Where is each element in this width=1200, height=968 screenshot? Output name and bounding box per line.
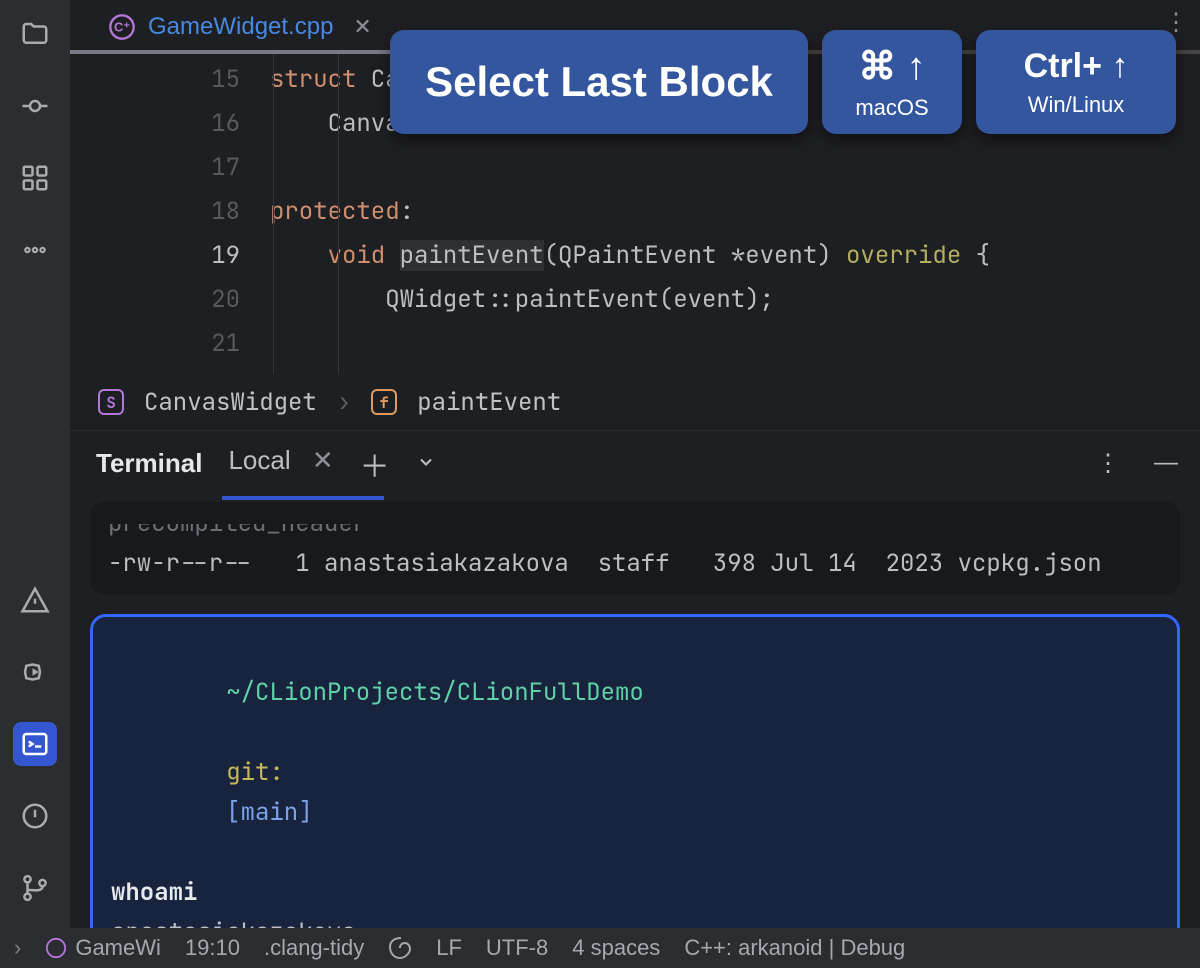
build-warning-icon[interactable] bbox=[13, 578, 57, 622]
terminal-icon[interactable] bbox=[13, 722, 57, 766]
spiral-icon[interactable] bbox=[388, 936, 412, 960]
callout-win: Ctrl+ ↑ Win/Linux bbox=[976, 30, 1176, 134]
breadcrumb-struct[interactable]: CanvasWidget bbox=[144, 387, 317, 418]
status-eol[interactable]: LF bbox=[436, 935, 462, 961]
tab-close-icon[interactable]: ✕ bbox=[353, 14, 371, 40]
terminal-body[interactable]: precompiled_header -rw-r--r-- 1 anastasi… bbox=[70, 496, 1200, 928]
run-icon[interactable] bbox=[13, 650, 57, 694]
panel-title: Terminal bbox=[96, 448, 202, 479]
editor-gutter: 15161718192021 bbox=[70, 58, 270, 374]
structure-icon[interactable] bbox=[13, 156, 57, 200]
function-icon: f bbox=[371, 389, 397, 415]
terminal-dropdown-icon[interactable] bbox=[416, 448, 436, 479]
status-indent[interactable]: 4 spaces bbox=[572, 935, 660, 961]
status-encoding[interactable]: UTF-8 bbox=[486, 935, 548, 961]
commit-icon[interactable] bbox=[13, 84, 57, 128]
cpp-file-icon bbox=[45, 937, 67, 959]
status-config[interactable]: C++: arkanoid | Debug bbox=[684, 935, 905, 961]
breadcrumb-sep: › bbox=[337, 387, 351, 418]
status-expand-icon[interactable]: › bbox=[14, 935, 21, 961]
callout-action: Select Last Block bbox=[390, 30, 808, 134]
git-label: git: bbox=[226, 757, 284, 788]
breadcrumb[interactable]: S CanvasWidget › f paintEvent bbox=[70, 374, 1200, 430]
new-terminal-tab-icon[interactable]: ＋ bbox=[360, 442, 390, 486]
terminal-command: whoami bbox=[111, 877, 197, 908]
status-bar: › GameWi 19:10 .clang-tidy LF UTF-8 4 sp… bbox=[0, 928, 1200, 968]
callout-mac: ⌘ ↑ macOS bbox=[822, 30, 962, 134]
editor-tab[interactable]: C⁺ GameWidget.cpp ✕ bbox=[90, 0, 390, 54]
terminal-selected-block[interactable]: ~/CLionProjects/CLionFullDemo git: [main… bbox=[90, 614, 1180, 928]
cpp-file-icon: C⁺ bbox=[108, 13, 136, 41]
terminal-tab-close-icon[interactable]: ✕ bbox=[312, 445, 334, 475]
git-branch-icon[interactable] bbox=[13, 866, 57, 910]
terminal-tab[interactable]: Local ✕ bbox=[228, 445, 333, 482]
tab-filename: GameWidget.cpp bbox=[148, 13, 333, 41]
status-file[interactable]: GameWi bbox=[45, 935, 161, 961]
git-branch: [main] bbox=[226, 797, 312, 828]
breadcrumb-func[interactable]: paintEvent bbox=[417, 387, 561, 418]
folder-icon[interactable] bbox=[13, 12, 57, 56]
status-clang-tidy[interactable]: .clang-tidy bbox=[264, 935, 364, 961]
struct-icon: S bbox=[98, 389, 124, 415]
problems-icon[interactable] bbox=[13, 794, 57, 838]
status-cursor-pos[interactable]: 19:10 bbox=[185, 935, 240, 961]
terminal-cut-line: precompiled_header bbox=[108, 504, 1162, 544]
terminal-options-icon[interactable]: ⋮ bbox=[1096, 449, 1120, 478]
terminal-ls-line: -rw-r--r-- 1 anastasiakazakova staff 398… bbox=[108, 544, 1162, 584]
prompt-path: ~/CLionProjects/CLionFullDemo bbox=[226, 677, 644, 708]
minimize-panel-icon[interactable]: — bbox=[1154, 449, 1178, 478]
more-icon[interactable] bbox=[13, 228, 57, 272]
svg-text:C⁺: C⁺ bbox=[114, 20, 130, 35]
terminal-output: anastasiakazakova bbox=[111, 917, 356, 928]
